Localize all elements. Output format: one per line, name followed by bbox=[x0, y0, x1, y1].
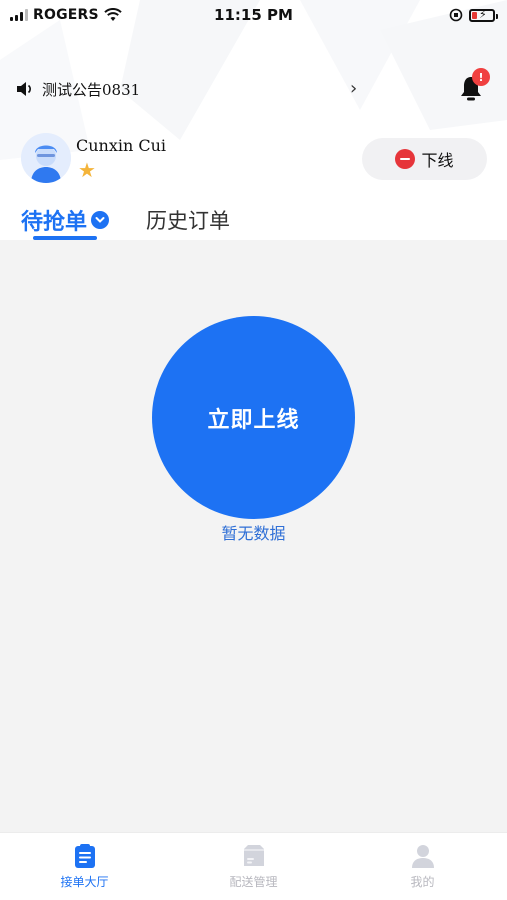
nav-label-delivery-management: 配送管理 bbox=[229, 875, 278, 889]
avatar[interactable] bbox=[21, 133, 71, 183]
go-online-button[interactable]: 立即上线 bbox=[152, 316, 355, 519]
nav-item-mine[interactable]: 我的 bbox=[338, 833, 507, 900]
speaker-icon bbox=[17, 82, 31, 96]
clipboard-icon bbox=[74, 844, 95, 868]
tab-pending-orders[interactable]: 待抢单 bbox=[21, 204, 110, 236]
nav-label-order-hall: 接单大厅 bbox=[60, 875, 109, 889]
chevron-right-icon: › bbox=[350, 78, 358, 99]
user-name: Cunxin Cui bbox=[76, 136, 167, 155]
notice-text: 测试公告0831 bbox=[42, 80, 141, 99]
nav-item-delivery-management[interactable]: 配送管理 bbox=[169, 833, 338, 900]
tab-order-history[interactable]: 历史订单 bbox=[146, 205, 230, 235]
status-bar: ROGERS 11:15 PM ⚡ bbox=[0, 0, 507, 30]
signal-icon bbox=[10, 9, 28, 21]
notification-badge: ! bbox=[472, 68, 490, 86]
nav-label-mine: 我的 bbox=[410, 875, 435, 889]
bottom-navigation: 接单大厅 配送管理 我的 bbox=[0, 832, 507, 900]
minus-circle-icon bbox=[395, 149, 416, 169]
nav-item-order-hall[interactable]: 接单大厅 bbox=[0, 833, 169, 900]
person-icon bbox=[411, 845, 434, 868]
wifi-icon bbox=[104, 8, 122, 21]
package-icon bbox=[243, 845, 264, 866]
star-icon: ★ bbox=[78, 158, 96, 182]
tab-pending-orders-label: 待抢单 bbox=[21, 210, 88, 235]
battery-icon: ⚡ bbox=[469, 8, 498, 22]
empty-state-text: 暂无数据 bbox=[221, 524, 286, 543]
orientation-lock-icon bbox=[449, 8, 463, 22]
offline-button-label: 下线 bbox=[421, 151, 454, 170]
chevron-down-icon[interactable] bbox=[91, 211, 110, 229]
carrier-name: ROGERS bbox=[33, 7, 99, 23]
offline-button[interactable]: 下线 bbox=[362, 138, 487, 180]
notice-bar[interactable]: 测试公告0831 › bbox=[16, 70, 490, 108]
